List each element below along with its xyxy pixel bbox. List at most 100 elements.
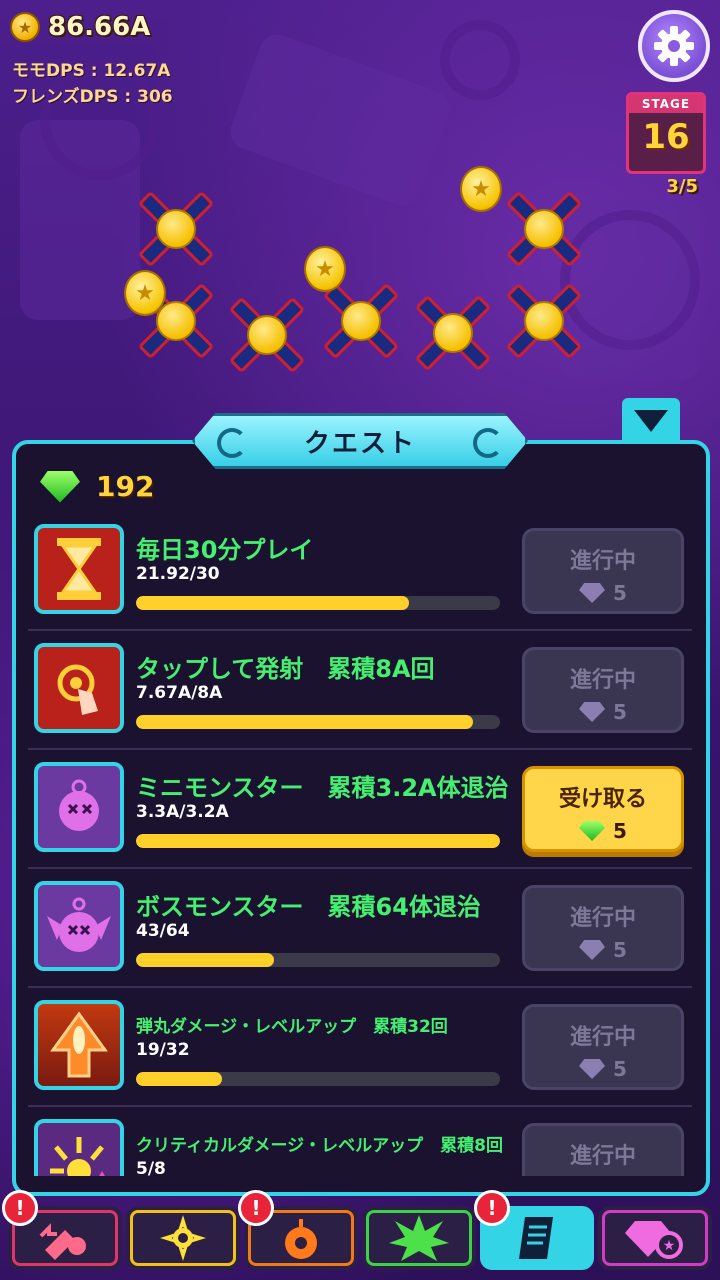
quest-row: クリティカルダメージ・レベルアップ 累積8回 5/8 進行中 5 bbox=[28, 1107, 692, 1176]
swirl-icon bbox=[473, 428, 503, 458]
gem-icon bbox=[579, 1059, 606, 1079]
quest-row: 弾丸ダメージ・レベルアップ 累積32回 19/32 進行中 5 bbox=[28, 988, 692, 1107]
quest-progress: 5/8 bbox=[136, 1159, 166, 1176]
friends-tab[interactable] bbox=[362, 1206, 476, 1270]
cannon-upgrade-tab[interactable]: ! bbox=[2, 1190, 122, 1270]
gem-balance: 192 bbox=[40, 470, 154, 503]
quest-status-button[interactable]: 進行中 5 bbox=[522, 647, 684, 733]
skill-tab[interactable] bbox=[126, 1206, 240, 1270]
momo-dps: モモDPS : 12.67A bbox=[12, 61, 171, 81]
panel-title: クエスト bbox=[303, 428, 416, 459]
gem-icon bbox=[40, 470, 80, 503]
enemy-target[interactable] bbox=[322, 282, 400, 360]
coin-drop[interactable]: ★ bbox=[304, 246, 346, 292]
quest-progress-bar bbox=[136, 953, 500, 967]
quest-progress: 7.67A/8A bbox=[136, 683, 223, 703]
shop-tab[interactable]: ★ bbox=[598, 1206, 712, 1270]
quest-progress: 19/32 bbox=[136, 1040, 190, 1060]
quest-progress: 3.3A/3.2A bbox=[136, 802, 229, 822]
mini-monster-icon bbox=[34, 762, 124, 852]
quest-row: 毎日30分プレイ 21.92/30 進行中 5 bbox=[28, 512, 692, 631]
quest-button-label: 進行中 bbox=[569, 1025, 636, 1050]
quest-row: ミニモンスター 累積3.2A体退治 3.3A/3.2A 受け取る 5 bbox=[28, 750, 692, 869]
boss-monster-icon bbox=[34, 881, 124, 971]
quest-title: 弾丸ダメージ・レベルアップ 累積32回 bbox=[136, 1017, 448, 1037]
stage-indicator: STAGE 16 bbox=[626, 92, 706, 174]
quest-progress-fill bbox=[136, 834, 500, 848]
quest-reward: 5 bbox=[613, 700, 627, 724]
gold-counter: ★ 86.66A bbox=[10, 12, 150, 42]
coin-drop[interactable]: ★ bbox=[124, 270, 166, 316]
quest-title: クリティカルダメージ・レベルアップ 累積8回 bbox=[136, 1136, 503, 1156]
triangle-down-icon bbox=[634, 410, 668, 432]
quest-button-label: 受け取る bbox=[558, 787, 647, 812]
bullet-damage-icon bbox=[34, 1000, 124, 1090]
quest-row: ボスモンスター 累積64体退治 43/64 進行中 5 bbox=[28, 869, 692, 988]
quest-title: 毎日30分プレイ bbox=[136, 536, 314, 564]
stage-number: 16 bbox=[642, 117, 690, 157]
claim-reward-button[interactable]: 受け取る 5 bbox=[522, 766, 684, 852]
bottom-nav: ! ! ! ★ bbox=[0, 1190, 720, 1280]
quest-button-label: 進行中 bbox=[569, 906, 636, 931]
stage-progress: 3/5 bbox=[666, 176, 698, 197]
quest-progress-fill bbox=[136, 715, 473, 729]
alert-badge: ! bbox=[474, 1190, 510, 1226]
quest-status-button[interactable]: 進行中 5 bbox=[522, 1004, 684, 1090]
gem-icon bbox=[579, 940, 606, 960]
quest-panel-header: クエスト bbox=[192, 413, 528, 469]
quest-progress-bar bbox=[136, 1072, 500, 1086]
gem-icon bbox=[579, 583, 606, 603]
quest-title: ミニモンスター 累積3.2A体退治 bbox=[136, 774, 509, 802]
enemy-target[interactable] bbox=[137, 190, 215, 268]
bomb-tab[interactable]: ! bbox=[238, 1190, 358, 1270]
gear-icon bbox=[654, 26, 694, 66]
quest-progress-fill bbox=[136, 596, 409, 610]
alert-badge: ! bbox=[2, 1190, 38, 1226]
gold-amount: 86.66A bbox=[48, 12, 151, 42]
stage-label: STAGE bbox=[629, 95, 703, 113]
quest-status-button[interactable]: 進行中 5 bbox=[522, 528, 684, 614]
gem-icon bbox=[579, 702, 606, 722]
quest-progress: 43/64 bbox=[136, 921, 190, 941]
quest-progress: 21.92/30 bbox=[136, 564, 220, 584]
swirl-icon bbox=[217, 428, 247, 458]
quest-reward: 5 bbox=[613, 1057, 627, 1081]
gem-count: 192 bbox=[96, 470, 155, 503]
document-icon bbox=[519, 1217, 553, 1259]
quest-status-button[interactable]: 進行中 5 bbox=[522, 1123, 684, 1176]
quest-progress-bar bbox=[136, 596, 500, 610]
critical-damage-icon bbox=[34, 1119, 124, 1176]
quest-title: ボスモンスター 累積64体退治 bbox=[136, 893, 481, 921]
background-swirl bbox=[440, 20, 520, 100]
quest-title: タップして発射 累積8A回 bbox=[136, 655, 435, 683]
quest-reward: 5 bbox=[613, 581, 627, 605]
quest-row: タップして発射 累積8A回 7.67A/8A 進行中 5 bbox=[28, 631, 692, 750]
tap-fire-icon bbox=[34, 643, 124, 733]
friends-dps: フレンズDPS : 306 bbox=[12, 87, 173, 107]
enemy-target[interactable] bbox=[505, 282, 583, 360]
quest-button-label: 進行中 bbox=[569, 549, 636, 574]
coin-icon: ★ bbox=[10, 12, 40, 42]
dps-readout: モモDPS : 12.67A フレンズDPS : 306 bbox=[12, 58, 173, 110]
quest-progress-fill bbox=[136, 953, 275, 967]
quest-reward: 5 bbox=[613, 819, 627, 843]
enemy-target[interactable] bbox=[228, 296, 306, 374]
background-wall bbox=[225, 29, 455, 211]
quest-list[interactable]: 毎日30分プレイ 21.92/30 進行中 5 タップして発射 累積8A回 7.… bbox=[28, 512, 692, 1176]
quest-tab[interactable]: ! bbox=[474, 1190, 594, 1270]
quest-progress-bar bbox=[136, 834, 500, 848]
quest-status-button[interactable]: 進行中 5 bbox=[522, 885, 684, 971]
enemy-target[interactable] bbox=[505, 190, 583, 268]
quest-progress-bar bbox=[136, 715, 500, 729]
gem-icon bbox=[579, 821, 606, 841]
hourglass-icon bbox=[34, 524, 124, 614]
collapse-panel-button[interactable] bbox=[622, 398, 680, 444]
quest-reward: 5 bbox=[613, 938, 627, 962]
quest-progress-fill bbox=[136, 1072, 222, 1086]
quest-button-label: 進行中 bbox=[569, 1144, 636, 1169]
alert-badge: ! bbox=[238, 1190, 274, 1226]
coin-drop[interactable]: ★ bbox=[460, 166, 502, 212]
settings-button[interactable] bbox=[638, 10, 710, 82]
enemy-target[interactable] bbox=[414, 294, 492, 372]
quest-button-label: 進行中 bbox=[569, 668, 636, 693]
